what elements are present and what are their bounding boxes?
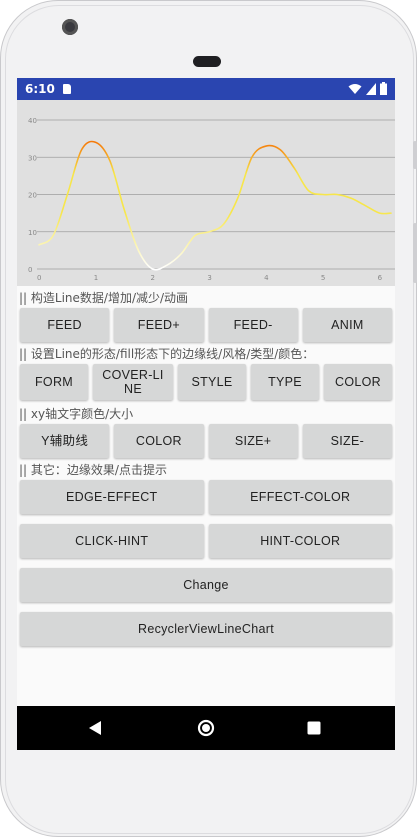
color-button[interactable]: COLOR — [114, 424, 204, 458]
controls-panel: || 构造Line数据/增加/减少/动画 FEED FEED+ FEED- ANIM ||… — [17, 289, 395, 653]
style-button[interactable]: STYLE — [178, 364, 246, 400]
recent-apps-icon[interactable] — [307, 721, 321, 735]
earpiece-speaker — [193, 56, 221, 67]
line-chart[interactable]: 0 10 20 30 40 0 1 2 3 4 5 6 — [17, 100, 395, 286]
x-tick-label: 2 — [151, 274, 155, 282]
x-tick-label: 4 — [264, 274, 269, 282]
front-camera — [62, 19, 78, 35]
color-button[interactable]: COLOR — [324, 364, 392, 400]
size-button[interactable]: SIZE- — [302, 424, 392, 458]
feed-button[interactable]: FEED — [20, 308, 110, 342]
hint-color-button[interactable]: HINT-COLOR — [208, 524, 392, 558]
y-tick-label: 0 — [28, 266, 32, 274]
x-tick-label: 0 — [37, 274, 41, 282]
line-chart-canvas[interactable]: 0 10 20 30 40 0 1 2 3 4 5 6 — [17, 100, 395, 286]
button-row: EDGE-EFFECT EFFECT-COLOR — [17, 479, 395, 521]
volume-up-button[interactable] — [413, 141, 417, 169]
clock: 6:10 — [25, 82, 55, 96]
button-row: Y辅助线 COLOR SIZE+ SIZE- — [17, 423, 395, 459]
change-button[interactable]: Change — [20, 568, 392, 602]
x-tick-label: 6 — [378, 274, 383, 282]
x-tick-label: 5 — [321, 274, 325, 282]
form-button[interactable]: FORM — [20, 364, 88, 400]
status-bar: 6:10 — [17, 78, 395, 100]
click-hint-button[interactable]: CLICK-HINT — [20, 524, 204, 558]
y-tick-label: 30 — [28, 154, 37, 162]
battery-icon — [380, 82, 387, 95]
y-tick-label: 20 — [28, 192, 37, 200]
series-line[interactable] — [38, 140, 392, 271]
power-button[interactable] — [413, 223, 417, 283]
cell-signal-icon — [366, 82, 376, 95]
button-row: FEED FEED+ FEED- ANIM — [17, 307, 395, 343]
button-row: FORM COVER-LINE STYLE TYPE COLOR — [17, 363, 395, 403]
x-tick-label: 1 — [94, 274, 98, 282]
app-screen: 6:10 0 10 20 30 40 0 1 2 3 4 5 6 || 构造Line数据/增加/减少/… — [17, 78, 395, 750]
anim-button[interactable]: ANIM — [302, 308, 392, 342]
y-tick-label: 10 — [28, 229, 37, 237]
recyclerviewlinechart-button[interactable]: RecyclerViewLineChart — [20, 612, 392, 646]
x-tick-label: 3 — [207, 274, 211, 282]
section-title: || xy轴文字颜色/大小 — [19, 407, 134, 421]
button-row: Change — [17, 567, 395, 609]
y-button[interactable]: Y辅助线 — [20, 424, 110, 458]
feed-button[interactable]: FEED- — [208, 308, 298, 342]
cover-line-button[interactable]: COVER-LINE — [93, 364, 173, 400]
section-title: || 设置Line的形态/fill形态下的边缘线/风格/类型/颜色： — [19, 347, 315, 361]
sim-card-icon — [62, 84, 71, 94]
button-row: RecyclerViewLineChart — [17, 611, 395, 653]
navigation-bar — [17, 706, 395, 750]
edge-effect-button[interactable]: EDGE-EFFECT — [20, 480, 204, 514]
back-icon[interactable] — [88, 720, 102, 736]
size-button[interactable]: SIZE+ — [208, 424, 298, 458]
type-button[interactable]: TYPE — [251, 364, 319, 400]
button-row: CLICK-HINT HINT-COLOR — [17, 523, 395, 565]
section-title: || 构造Line数据/增加/减少/动画 — [19, 291, 189, 305]
feed-button[interactable]: FEED+ — [114, 308, 204, 342]
effect-color-button[interactable]: EFFECT-COLOR — [208, 480, 392, 514]
wifi-icon — [348, 83, 362, 94]
y-tick-label: 40 — [28, 117, 37, 125]
section-title: || 其它：边缘效果/点击提示 — [19, 463, 167, 477]
home-icon[interactable] — [197, 719, 215, 737]
